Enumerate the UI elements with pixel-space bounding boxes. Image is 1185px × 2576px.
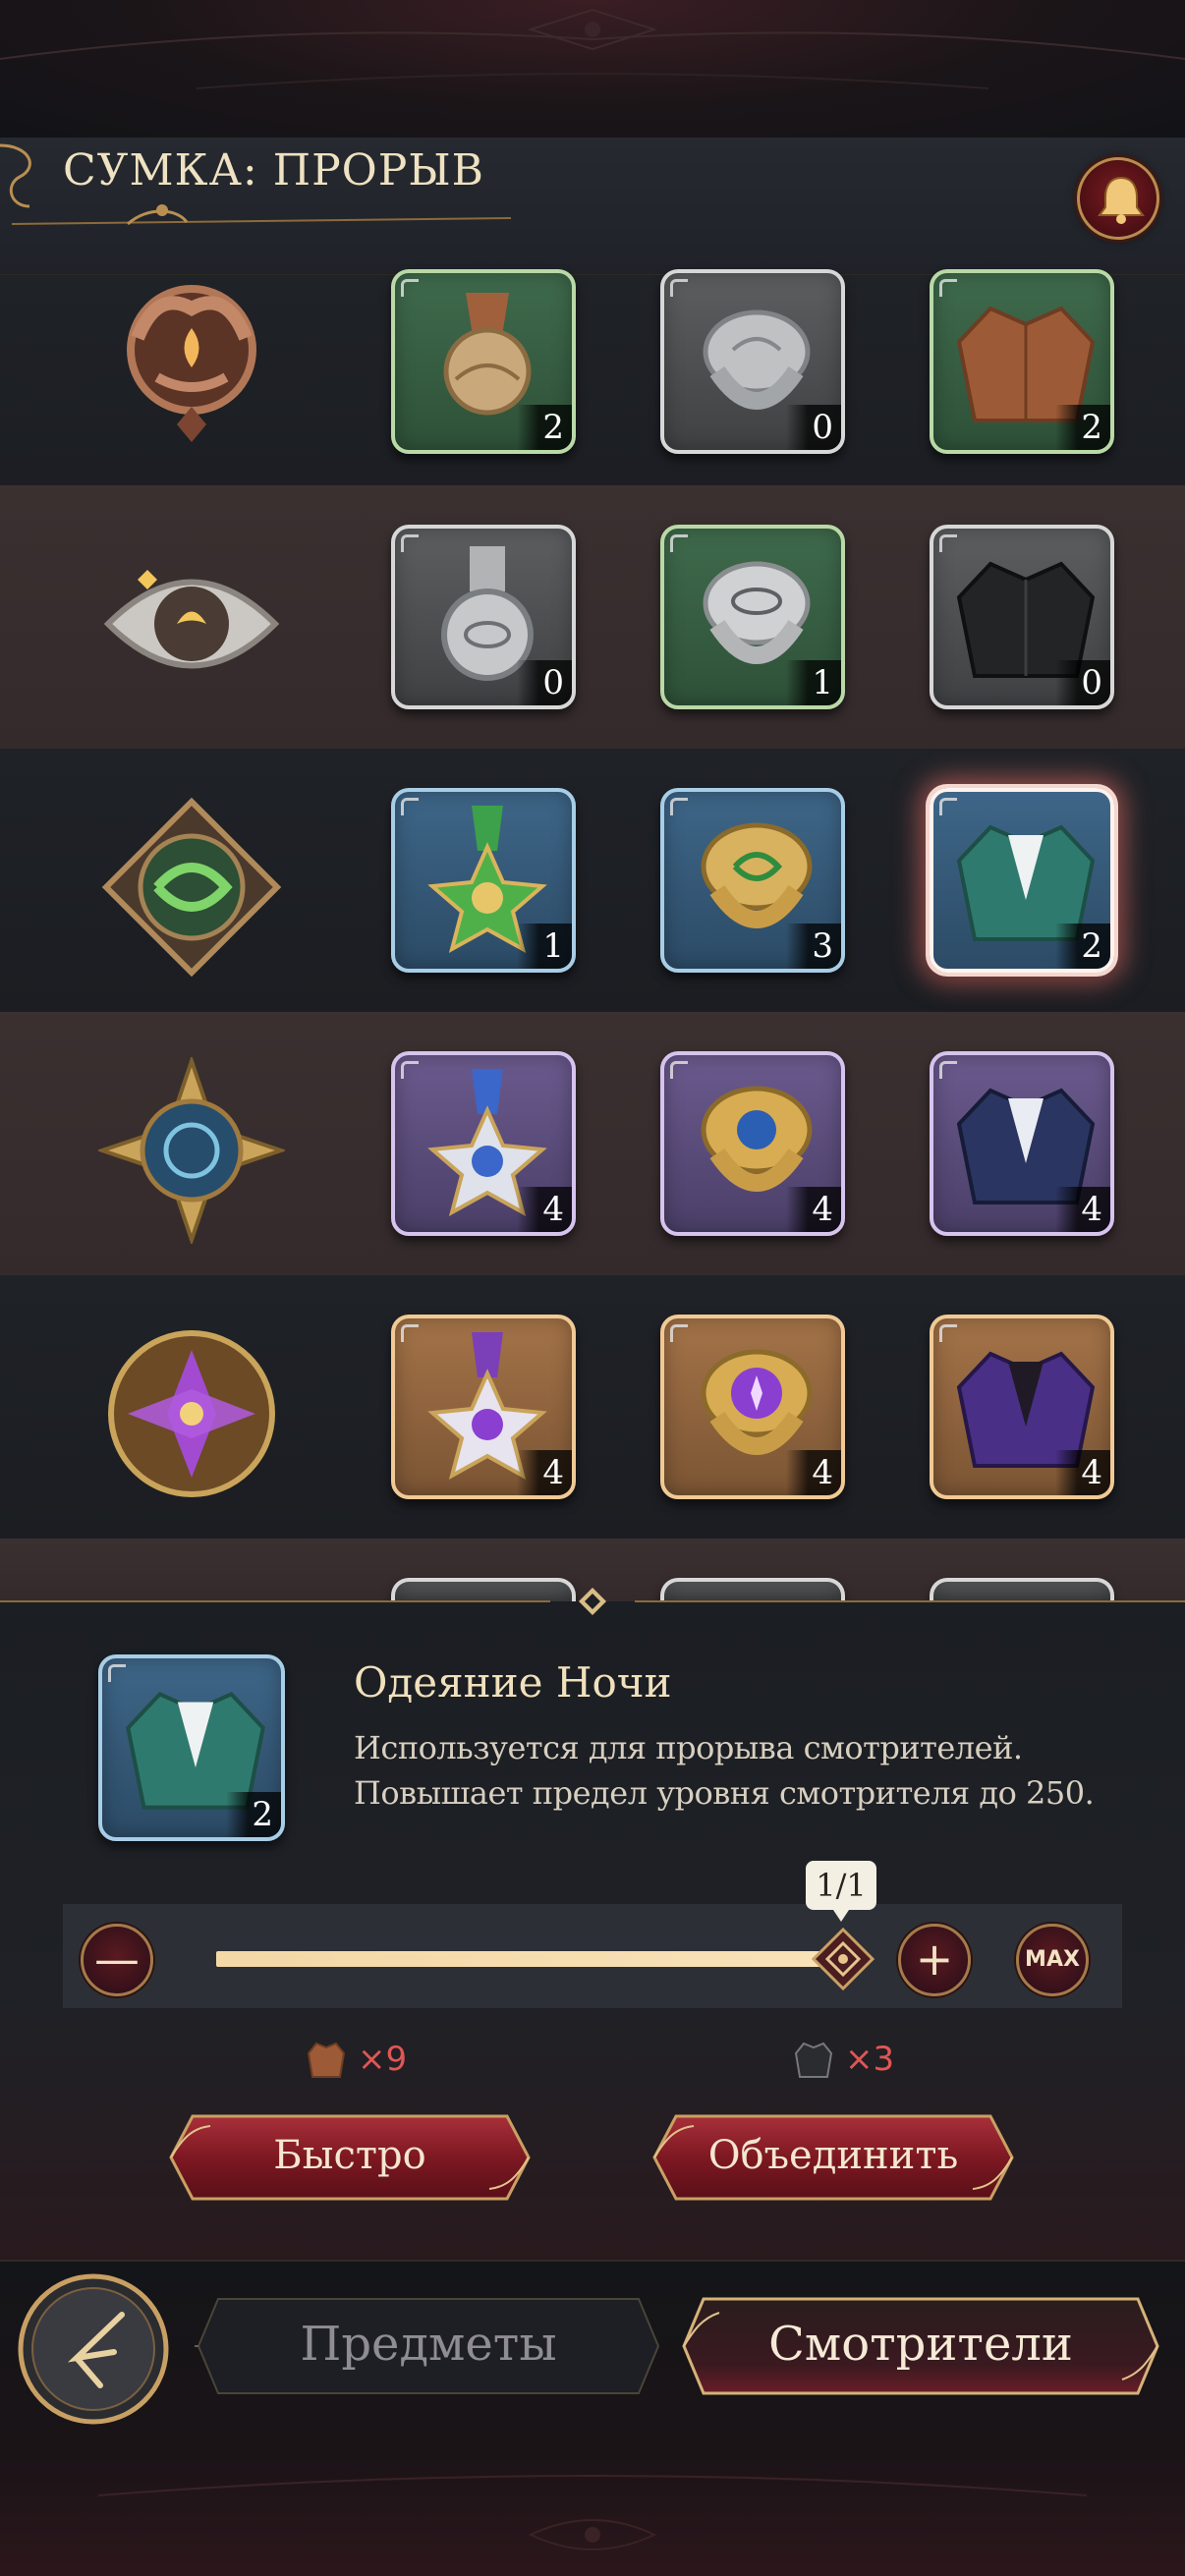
top-ornament xyxy=(0,0,1185,138)
brown-jacket-icon xyxy=(307,2042,346,2078)
cost-amount: ×3 xyxy=(845,2040,895,2079)
item-card[interactable]: 4 xyxy=(660,1315,845,1499)
item-card[interactable]: 4 xyxy=(391,1315,576,1499)
page-title: СУМКА: ПРОРЫВ xyxy=(63,145,484,196)
max-button[interactable]: MAX xyxy=(1016,1924,1089,1996)
purple-gem-emblem-icon xyxy=(108,1330,275,1497)
item-count: 4 xyxy=(1055,1187,1110,1232)
item-count: 0 xyxy=(517,660,572,705)
item-count: 3 xyxy=(786,924,841,969)
item-card[interactable]: 4 xyxy=(391,1051,576,1236)
back-button[interactable] xyxy=(16,2271,171,2427)
item-count: 4 xyxy=(786,1450,841,1495)
bronze-flame-emblem-icon xyxy=(127,285,256,442)
plus-icon: + xyxy=(915,1932,954,1986)
breakthrough-row-5: 4 4 4 xyxy=(0,1275,1185,1539)
quantity-slider-fill xyxy=(216,1951,841,1967)
item-count: 4 xyxy=(517,1450,572,1495)
item-count: 4 xyxy=(1055,1450,1110,1495)
item-card[interactable]: 0 xyxy=(391,525,576,709)
minus-icon: — xyxy=(94,1932,140,1986)
section-divider xyxy=(0,1588,1185,1615)
quantity-slider-handle[interactable] xyxy=(812,1928,875,1990)
item-card[interactable]: 0 xyxy=(660,269,845,454)
item-card[interactable]: 0 xyxy=(930,525,1114,709)
item-card[interactable]: 2 xyxy=(391,269,576,454)
item-description-line: Повышает предел уровня смотрителя до 250… xyxy=(354,1774,1095,1812)
merge-button-label: Объединить xyxy=(707,2133,959,2178)
tab-keepers-label: Смотрители xyxy=(768,2317,1073,2372)
item-count: 2 xyxy=(1055,924,1110,969)
breakthrough-row-4: 4 4 4 xyxy=(0,1012,1185,1275)
silver-eye-emblem-icon xyxy=(103,570,280,669)
item-name: Одеяние Ночи xyxy=(354,1658,672,1707)
item-card[interactable]: 4 xyxy=(930,1315,1114,1499)
item-card[interactable]: 2 xyxy=(930,269,1114,454)
tab-keepers[interactable]: Смотрители xyxy=(680,2295,1161,2397)
breakthrough-row-2: 0 1 0 xyxy=(0,485,1185,749)
merge-button[interactable]: Объединить xyxy=(647,2108,1020,2207)
quick-button[interactable]: Быстро xyxy=(163,2108,536,2207)
breakthrough-row-3: 1 3 2 xyxy=(0,749,1185,1012)
blue-star-emblem-icon xyxy=(98,1057,285,1244)
item-count: 1 xyxy=(517,924,572,969)
quick-button-label: Быстро xyxy=(273,2133,426,2178)
increase-button[interactable]: + xyxy=(898,1924,971,1996)
item-card-selected[interactable]: 2 xyxy=(930,788,1114,973)
item-count: 4 xyxy=(517,1187,572,1232)
bell-icon xyxy=(1098,176,1145,224)
item-count: 0 xyxy=(786,405,841,450)
item-description: Используется для прорыва смотрителей. По… xyxy=(354,1725,1140,1816)
item-card[interactable]: 4 xyxy=(660,1051,845,1236)
cost-amount: ×9 xyxy=(358,2040,408,2079)
bottom-ornament xyxy=(97,2475,1088,2550)
item-card[interactable]: 3 xyxy=(660,788,845,973)
item-card[interactable]: 1 xyxy=(391,788,576,973)
item-card[interactable]: 1 xyxy=(660,525,845,709)
black-jacket-icon xyxy=(794,2042,833,2078)
quantity-badge: 1/1 xyxy=(806,1861,876,1922)
detail-item-card: 2 xyxy=(98,1654,285,1841)
item-count: 0 xyxy=(1055,660,1110,705)
item-count: 2 xyxy=(517,405,572,450)
notification-button[interactable] xyxy=(1077,157,1159,240)
max-label: MAX xyxy=(1025,1947,1080,1972)
item-count: 2 xyxy=(1055,405,1110,450)
item-description-line: Используется для прорыва смотрителей. xyxy=(354,1729,1023,1766)
item-count: 2 xyxy=(226,1792,281,1837)
tab-items[interactable]: Предметы xyxy=(195,2295,662,2397)
decrease-button[interactable]: — xyxy=(81,1924,153,1996)
item-card[interactable]: 4 xyxy=(930,1051,1114,1236)
item-count: 1 xyxy=(786,660,841,705)
green-knot-emblem-icon xyxy=(101,797,282,978)
cost-black-jacket: ×3 xyxy=(792,2036,930,2085)
cost-brown-jacket: ×9 xyxy=(305,2036,442,2085)
tab-items-label: Предметы xyxy=(300,2317,557,2372)
item-count: 4 xyxy=(786,1187,841,1232)
